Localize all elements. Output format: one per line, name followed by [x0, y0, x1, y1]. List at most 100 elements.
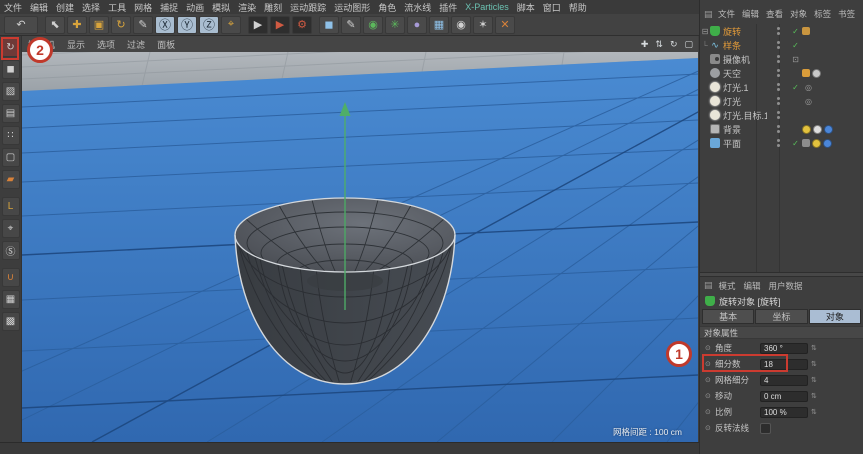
render-view-button[interactable]: ▶ [248, 15, 268, 34]
tab-coordinates[interactable]: 坐标 [755, 309, 808, 324]
menu-file[interactable]: 文件 [0, 1, 26, 14]
add-deformer-button[interactable]: ✳ [385, 15, 405, 34]
target-tag-icon[interactable]: ◎ [802, 83, 815, 92]
tab-basic[interactable]: 基本 [702, 309, 755, 324]
object-row-spline[interactable]: └ ∿ 样条 ✓ [700, 38, 863, 52]
edges-mode-button[interactable]: ▢ [1, 148, 20, 167]
target-tag-icon[interactable]: ◎ [802, 97, 815, 106]
om-menu-objects[interactable]: 对象 [787, 8, 811, 20]
add-environment-button[interactable]: ● [407, 15, 427, 34]
panel-splitter[interactable] [700, 272, 863, 277]
panel-icon[interactable]: ▤ [704, 280, 713, 291]
rotate-button[interactable]: ↻ [111, 15, 131, 34]
zoom-view-icon[interactable]: ⇅ [655, 39, 663, 50]
object-row-camera[interactable]: 摄像机 ⊡ [700, 52, 863, 66]
last-tool-button[interactable]: ✎ [133, 15, 153, 34]
texture-mode-button[interactable]: ▨ [1, 82, 20, 101]
visibility-dots[interactable] [767, 124, 789, 134]
om-menu-edit[interactable]: 编辑 [739, 8, 763, 20]
object-name[interactable]: 样条 [723, 39, 767, 52]
menu-pipeline[interactable]: 流水线 [400, 1, 435, 14]
menu-script[interactable]: 脚本 [513, 1, 539, 14]
object-row-lathe[interactable]: ⊟ 旋转 ✓ [700, 24, 863, 38]
object-name[interactable]: 摄像机 [723, 53, 767, 66]
visibility-dots[interactable] [767, 82, 789, 92]
add-spline-button[interactable]: ✎ [341, 15, 361, 34]
lock-z-button[interactable]: Ⓩ [199, 15, 219, 34]
lock-y-button[interactable]: Ⓨ [177, 15, 197, 34]
render-picture-viewer-button[interactable]: ▶ [270, 15, 290, 34]
object-name[interactable]: 平面 [723, 137, 767, 150]
expand-icon[interactable]: ⊟ [700, 27, 710, 36]
tag-area[interactable] [802, 138, 863, 148]
menu-create[interactable]: 创建 [52, 1, 78, 14]
enable-check[interactable]: ✓ [789, 83, 802, 92]
vp-menu-panel[interactable]: 面板 [151, 38, 181, 51]
spinner-icon[interactable]: ⇅ [811, 408, 817, 416]
menu-character[interactable]: 角色 [374, 1, 400, 14]
add-floor-button[interactable]: ▦ [429, 15, 449, 34]
menu-plugins[interactable]: 插件 [435, 1, 461, 14]
visibility-dots[interactable] [767, 96, 789, 106]
menu-sculpt[interactable]: 雕刻 [260, 1, 286, 14]
am-menu-mode[interactable]: 模式 [715, 280, 740, 292]
visibility-dots[interactable] [767, 54, 789, 64]
om-menu-view[interactable]: 查看 [763, 8, 787, 20]
menu-animate[interactable]: 动画 [182, 1, 208, 14]
enable-check[interactable]: ✓ [789, 27, 802, 36]
angle-field[interactable]: 360 ° [760, 342, 808, 354]
add-generator-button[interactable]: ◉ [363, 15, 383, 34]
keyframe-dot-icon[interactable]: ⊙ [705, 392, 715, 400]
render-settings-button[interactable]: ⚙ [292, 15, 312, 34]
workplane-mode-button[interactable]: ▤ [1, 104, 20, 123]
scene-3d[interactable] [22, 52, 698, 442]
enable-check[interactable]: ✓ [789, 41, 802, 50]
vp-menu-display[interactable]: 显示 [61, 38, 91, 51]
keyframe-dot-icon[interactable]: ⊙ [705, 424, 715, 432]
object-row-sky[interactable]: 天空 [700, 66, 863, 80]
menu-window[interactable]: 窗口 [539, 1, 565, 14]
visibility-dots[interactable] [767, 138, 789, 148]
object-row-background[interactable]: 背景 [700, 122, 863, 136]
lock-workplane-button[interactable]: ▩ [1, 312, 20, 331]
keyframe-dot-icon[interactable]: ⊙ [705, 344, 715, 352]
rotate-view-icon[interactable]: ↻ [670, 39, 678, 50]
object-name[interactable]: 灯光.1 [723, 81, 767, 94]
enable-check[interactable]: ✓ [789, 139, 802, 148]
am-menu-userdata[interactable]: 用户数据 [765, 280, 807, 292]
object-row-light[interactable]: 灯光 ◎ [700, 94, 863, 108]
object-name[interactable]: 背景 [723, 123, 767, 136]
polygons-mode-button[interactable]: ▰ [1, 170, 20, 189]
spinner-icon[interactable]: ⇅ [811, 344, 817, 352]
vp-menu-options[interactable]: 选项 [91, 38, 121, 51]
viewport-solo-button[interactable]: ⌖ [1, 219, 20, 238]
add-cube-button[interactable]: ◼ [319, 15, 339, 34]
am-menu-edit[interactable]: 编辑 [740, 280, 765, 292]
tab-object[interactable]: 对象 [808, 309, 861, 324]
object-row-plane[interactable]: 平面 ✓ [700, 136, 863, 150]
model-mode-button[interactable]: ◼ [1, 60, 20, 79]
lock-x-button[interactable]: Ⓧ [155, 15, 175, 34]
om-menu-file[interactable]: 文件 [715, 8, 739, 20]
scale-button[interactable]: ▣ [89, 15, 109, 34]
object-row-light1[interactable]: 灯光.1 ✓ ◎ [700, 80, 863, 94]
snap-button[interactable]: ∪ [1, 268, 20, 287]
move-button[interactable]: ✚ [67, 15, 87, 34]
menu-xparticles[interactable]: X-Particles [461, 2, 513, 12]
object-name[interactable]: 灯光.目标.1 [723, 109, 767, 122]
tag-area[interactable] [802, 68, 863, 78]
menu-help[interactable]: 帮助 [565, 1, 591, 14]
workplane-snap-button[interactable]: ▦ [1, 290, 20, 309]
add-light-button[interactable]: ✶ [473, 15, 493, 34]
panel-icon[interactable]: ▤ [704, 9, 713, 20]
tag-area[interactable]: ◎ [802, 97, 863, 106]
axis-mode-button[interactable]: L [1, 197, 20, 216]
undo-button[interactable]: ↶ [4, 15, 38, 34]
visibility-dots[interactable] [767, 40, 789, 50]
om-menu-tags[interactable]: 标签 [811, 8, 835, 20]
menu-render[interactable]: 渲染 [234, 1, 260, 14]
xpresso-button[interactable]: ✕ [495, 15, 515, 34]
object-name[interactable]: 旋转 [723, 25, 767, 38]
object-name[interactable]: 灯光 [723, 95, 767, 108]
flip-normals-checkbox[interactable] [760, 422, 771, 434]
